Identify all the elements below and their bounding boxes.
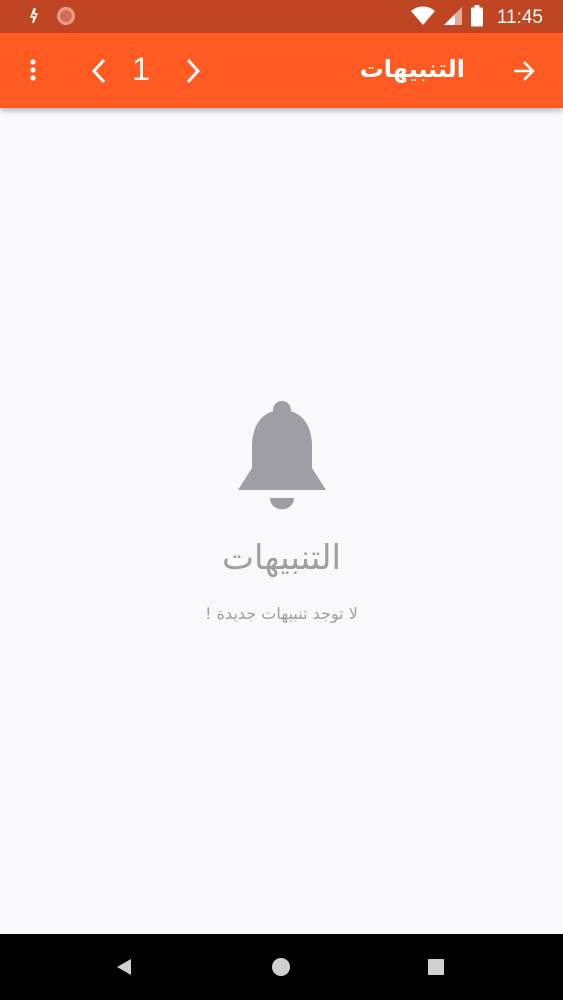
battery-icon — [470, 5, 483, 31]
home-icon[interactable] — [269, 955, 293, 979]
empty-state-title: التنبيهات — [222, 538, 341, 578]
nav-bar — [0, 934, 563, 1000]
app-notification-icon — [56, 6, 76, 30]
chevron-right-icon[interactable] — [178, 53, 208, 89]
chevron-left-icon[interactable] — [84, 53, 114, 89]
empty-state-message: لا توجد تنبيهات جديدة ! — [205, 604, 358, 623]
bell-icon — [236, 400, 328, 516]
arrow-forward-icon[interactable] — [508, 55, 540, 87]
back-icon[interactable] — [112, 955, 136, 979]
signal-icon — [443, 6, 463, 30]
recents-icon[interactable] — [424, 955, 448, 979]
empty-state: التنبيهات لا توجد تنبيهات جديدة ! — [0, 400, 563, 623]
status-bar: 11:45 — [0, 0, 563, 33]
app-bar: 1 التنبيهات — [0, 33, 563, 108]
notification-icon — [28, 8, 40, 28]
status-time: 11:45 — [496, 7, 543, 28]
wifi-icon — [410, 6, 435, 30]
page-number: 1 — [132, 51, 150, 87]
more-vert-icon[interactable] — [18, 55, 48, 85]
page-title: التنبيهات — [359, 55, 465, 83]
